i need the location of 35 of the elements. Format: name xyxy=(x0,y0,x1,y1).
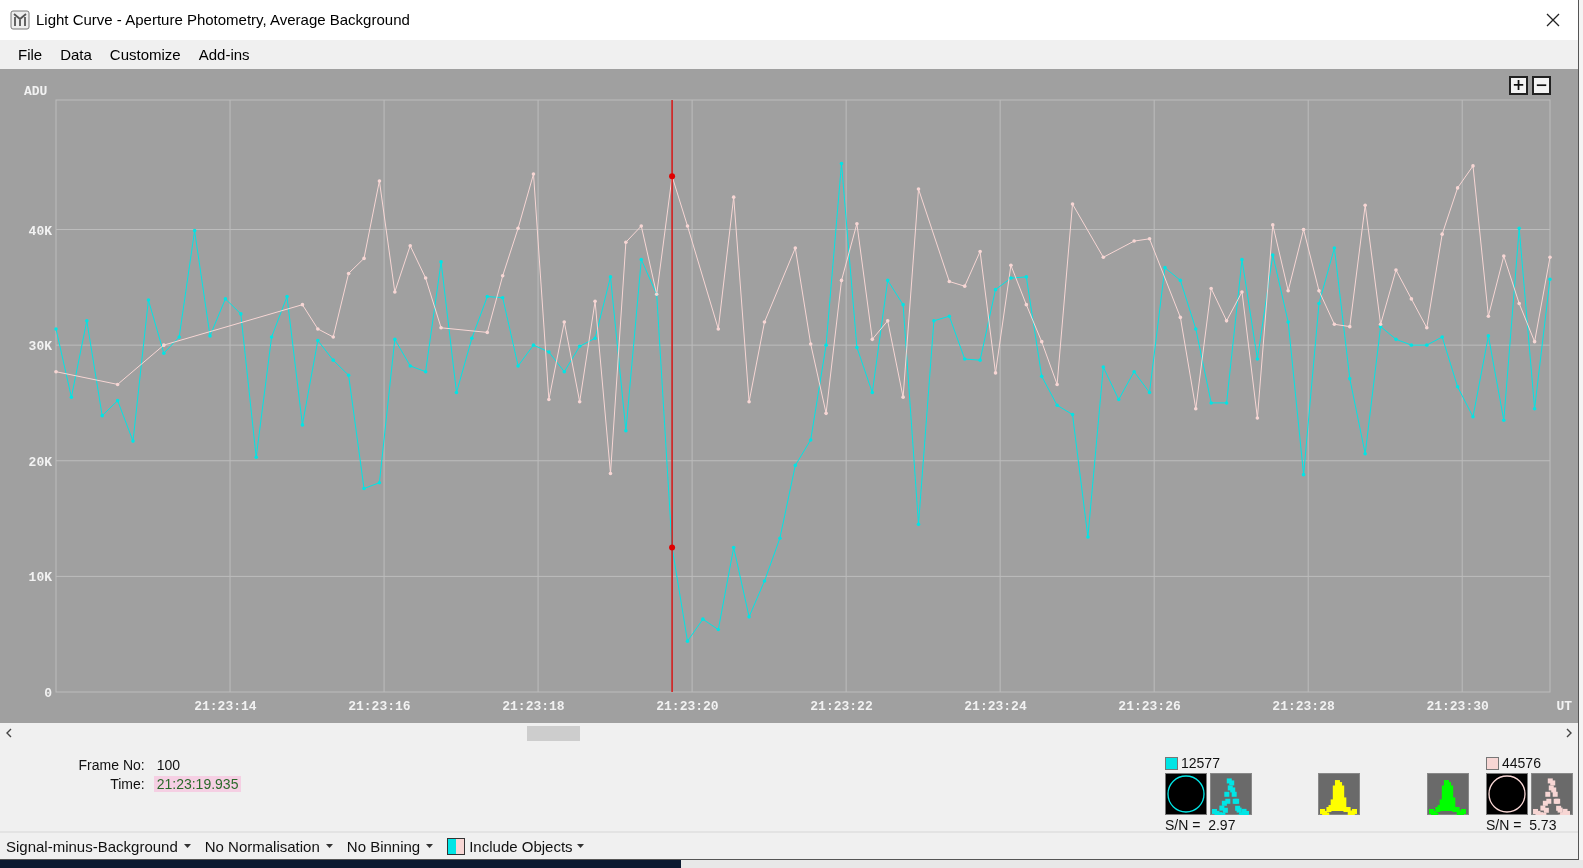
field-label: Frame No: xyxy=(77,757,145,774)
menu-item[interactable]: File xyxy=(9,42,52,67)
time-value: 21:23:19.935 xyxy=(153,776,242,793)
object-reading: 12577 xyxy=(1181,755,1220,772)
menu-item[interactable]: Add-ins xyxy=(189,42,259,67)
signal-noise-text: S/N = 2.97 xyxy=(1165,817,1237,834)
dropdown-button[interactable]: Signal-minus-Background xyxy=(6,837,178,855)
axis-tick-label: 10K xyxy=(28,570,52,586)
axis-tick-label: 0 xyxy=(44,686,52,702)
axis-title: UT xyxy=(1556,699,1572,715)
axis-tick-label: 21:23:28 xyxy=(1272,699,1335,715)
axis-tick-label: 30K xyxy=(28,339,52,355)
signal-noise-text: S/N = 5.73 xyxy=(1486,817,1558,834)
field-label: Time: xyxy=(109,776,145,793)
axis-tick-label: 21:23:16 xyxy=(348,699,411,715)
frame-number: 100 xyxy=(156,757,181,774)
dropdown-button[interactable]: Include Objects xyxy=(469,837,573,855)
axis-tick-label: 21:23:22 xyxy=(810,699,873,715)
axis-tick-label: 21:23:20 xyxy=(656,699,719,715)
dropdown-button[interactable]: No Normalisation xyxy=(204,837,320,855)
axis-tick-label: 21:23:14 xyxy=(194,699,257,715)
zoom-button[interactable]: − xyxy=(1532,76,1551,96)
axis-tick-label: 21:23:18 xyxy=(502,699,565,715)
object-reading: 44576 xyxy=(1502,755,1541,772)
axis-tick-label: 40K xyxy=(28,223,52,239)
axis-title: ADU xyxy=(24,84,48,100)
menu-item[interactable]: Data xyxy=(51,42,101,67)
axis-tick-label: 20K xyxy=(28,455,52,471)
menu-item[interactable]: Customize xyxy=(100,42,190,67)
window-title: Light Curve - Aperture Photometry, Average Background xyxy=(36,11,411,29)
zoom-button[interactable]: + xyxy=(1509,76,1528,96)
axis-tick-label: 21:23:30 xyxy=(1426,699,1489,715)
axis-tick-label: 21:23:26 xyxy=(1118,699,1181,715)
axis-tick-label: 21:23:24 xyxy=(964,699,1027,715)
dropdown-button[interactable]: No Binning xyxy=(346,837,421,855)
